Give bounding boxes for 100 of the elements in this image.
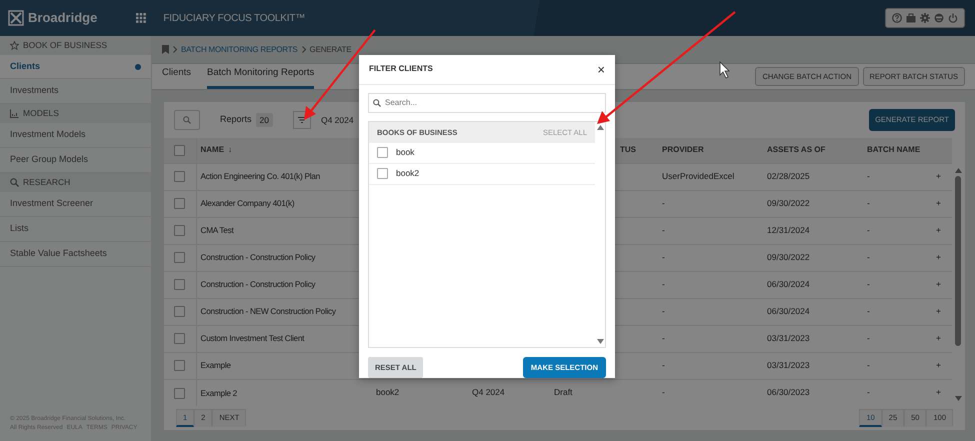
sidebar-item[interactable]: Investment Screener [0, 192, 151, 217]
table-cell: 12/31/2024 [767, 225, 810, 236]
count-badge: 20 [256, 112, 273, 128]
close-button[interactable]: × [597, 62, 605, 76]
tab[interactable]: Clients [162, 66, 192, 89]
table-cell: 02/28/2025 [767, 171, 810, 182]
table-cell: UserProvidedExcel [662, 171, 734, 182]
add-button[interactable]: + [936, 387, 941, 398]
checkbox[interactable] [174, 171, 186, 182]
table-cell: Construction - NEW Construction Policy [200, 306, 336, 316]
add-button[interactable]: + [936, 360, 941, 370]
table-cell: - [662, 333, 665, 344]
table-cell: Draft [554, 387, 572, 398]
table-cell: 06/30/2024 [767, 306, 810, 316]
active-dot-icon [135, 64, 141, 70]
table-cell: 06/30/2023 [767, 387, 810, 398]
checkbox[interactable] [377, 168, 388, 180]
table-cell: Custom Investment Test Client [200, 333, 304, 344]
table-cell: - [867, 171, 870, 182]
table-cell: - [662, 387, 665, 398]
column-header[interactable]: TUS [620, 145, 636, 154]
checkbox[interactable] [174, 279, 186, 290]
breadcrumb-link[interactable]: BATCH MONITORING REPORTS [181, 44, 298, 56]
table-cell: Alexander Company 401(k) [200, 198, 294, 208]
checkbox[interactable] [174, 333, 186, 344]
add-button[interactable]: + [936, 252, 941, 262]
option-label: book2 [396, 167, 420, 180]
add-button[interactable]: + [936, 333, 941, 344]
table-cell: - [662, 198, 665, 208]
table-cell: - [867, 333, 870, 344]
table-cell: - [867, 198, 870, 208]
filter-icon [298, 117, 306, 123]
add-button[interactable]: + [936, 171, 941, 182]
star-icon [10, 41, 19, 50]
power-icon[interactable] [948, 13, 958, 23]
table-cell: book2 [376, 387, 400, 398]
table-cell: CMA Test [200, 225, 234, 236]
table-cell: - [662, 225, 665, 236]
sidebar-item[interactable]: Lists [0, 217, 151, 242]
help-icon[interactable] [892, 13, 902, 23]
section-heading: RESEARCH [23, 176, 70, 189]
table-cell: Action Engineering Co. 401(k) Plan [200, 171, 320, 182]
table-cell: Example [200, 360, 231, 370]
checkbox[interactable] [174, 306, 186, 318]
table-cell: - [662, 279, 665, 290]
checkbox[interactable] [174, 252, 186, 264]
checkbox[interactable] [377, 147, 388, 158]
sidebar-item[interactable]: Investment Models [0, 123, 151, 148]
brand-name: Broadridge [28, 9, 98, 28]
table-cell: - [867, 279, 870, 290]
add-button[interactable]: + [936, 279, 941, 290]
column-header[interactable]: PROVIDER [662, 145, 704, 154]
add-button[interactable]: + [936, 198, 941, 208]
reports-label: Reports [220, 113, 252, 126]
settings-icon[interactable] [920, 13, 930, 23]
table-cell: - [867, 252, 870, 262]
scroll-down-icon [597, 338, 604, 344]
sidebar-item[interactable]: Clients [0, 55, 151, 79]
table-cell: 03/31/2023 [767, 333, 810, 344]
search-icon [183, 116, 191, 124]
table-cell: - [867, 306, 870, 316]
table-cell: Example 2 [200, 388, 237, 398]
chevron-icon [173, 46, 177, 53]
search-field[interactable]: Search... [368, 92, 606, 113]
briefcase-icon[interactable] [906, 13, 916, 23]
table-cell: - [867, 387, 870, 398]
dialog-title: FILTER CLIENTS [369, 63, 433, 76]
chevron-icon [302, 46, 306, 53]
search-icon [10, 178, 19, 187]
item-label: Clients [10, 60, 40, 73]
table-cell: - [662, 360, 665, 370]
column-header[interactable]: NAME [200, 145, 224, 154]
option-label: book [396, 146, 414, 160]
checkbox[interactable] [174, 144, 186, 156]
tab[interactable]: Batch Monitoring Reports [207, 66, 314, 89]
search-field[interactable] [174, 110, 200, 130]
table-cell: 03/31/2023 [767, 360, 810, 370]
checkbox[interactable] [174, 225, 186, 236]
table-cell: 06/30/2024 [767, 279, 810, 290]
table-cell: 09/30/2022 [767, 252, 810, 262]
logo-icon [8, 10, 24, 26]
scroll-up-icon [955, 168, 962, 173]
scroll-thumb[interactable] [955, 176, 961, 346]
sort-indicator: ↓ [228, 145, 232, 154]
table-cell: - [867, 225, 870, 236]
section-heading: MODELS [23, 107, 59, 120]
scroll-down-icon [955, 396, 962, 401]
table-cell: 09/30/2022 [767, 198, 810, 208]
add-button[interactable]: + [936, 306, 941, 316]
sidebar-item[interactable]: Stable Value Factsheets [0, 242, 151, 267]
checkbox[interactable] [174, 198, 186, 210]
checkbox[interactable] [174, 388, 186, 399]
add-button[interactable]: + [936, 225, 941, 236]
checkbox[interactable] [174, 360, 186, 372]
section-heading: BOOK OF BUSINESS [23, 39, 108, 52]
table-cell: - [662, 252, 665, 262]
apps-grid-icon[interactable] [136, 13, 146, 23]
table-cell: Q4 2024 [472, 387, 505, 398]
period-label: Q4 2024 [320, 114, 354, 126]
breadcrumb-current: GENERATE [310, 44, 352, 56]
